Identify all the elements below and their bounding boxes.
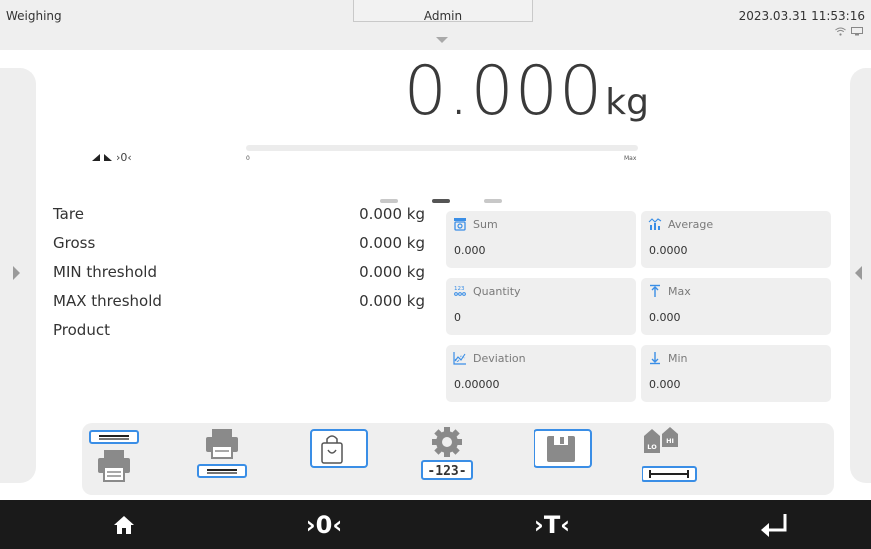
stat-label: Deviation [473,351,526,365]
stat-label: Average [668,217,714,231]
function-toolbar: -123- LO HI [82,423,834,495]
printer-header-icon [89,430,139,482]
stat-tile-max[interactable]: Max 0.000 [641,278,831,335]
stable-indicator-icon [92,154,100,161]
info-label: Gross [53,234,96,252]
zero-indicator: ›0‹ [116,151,132,164]
datetime: 2023.03.31 11:53:16 [738,9,865,23]
status-icons [835,27,863,36]
stat-tile-deviation[interactable]: Deviation 0.00000 [446,345,636,402]
info-value: 0.000 kg [359,292,425,310]
thresholds-button[interactable]: LO HI [641,423,702,495]
info-value: 0.000 kg [359,205,425,223]
network-icon [851,27,863,36]
stat-value: 0.00000 [454,378,500,391]
product-button[interactable] [308,423,368,495]
wifi-icon [835,27,846,36]
load-bargraph [246,145,638,151]
left-side-panel[interactable] [0,68,36,483]
seg-display-text: -123- [427,464,466,479]
floppy-disk-icon [533,429,592,468]
stat-label: Sum [473,217,498,231]
stat-label: Max [668,284,691,298]
printer-footer-icon [197,429,247,478]
user-name[interactable]: Admin [353,9,533,23]
arrow-up-icon [650,284,660,297]
save-button[interactable] [533,423,594,495]
weight-value: 0.000 [403,52,604,131]
hi-label: HI [666,437,674,445]
info-row-max-threshold: MAX threshold 0.000 kg [53,292,425,321]
average-chart-icon [648,218,662,230]
info-label: MIN threshold [53,263,157,281]
info-row-tare: Tare 0.000 kg [53,205,425,234]
arrow-left-icon [855,266,862,280]
right-side-panel[interactable] [850,68,871,483]
settings-123-icon: -123- [421,427,473,480]
svg-text:123: 123 [454,286,465,292]
stability-indicators: ›0‹ [92,151,132,164]
stat-value: 0.000 [454,244,486,257]
stat-tile-quantity[interactable]: 123 Quantity 0 [446,278,636,335]
stat-label: Min [668,351,688,365]
zero-button[interactable]: ›0‹ [274,500,374,549]
stat-value: 0.000 [649,378,681,391]
info-label: MAX threshold [53,292,162,310]
tare-button-label: ›T‹ [533,510,571,539]
home-button[interactable] [74,500,174,549]
bottom-navigation: ›0‹ ›T‹ [0,500,871,549]
info-value: 0.000 kg [359,263,425,281]
page-dot-active[interactable] [432,199,450,203]
stat-tile-sum[interactable]: Sum 0.000 [446,211,636,268]
home-icon [114,515,134,534]
pull-down-arrow-icon[interactable] [436,37,448,43]
weight-display: 0.000 kg [404,58,649,126]
enter-icon [761,513,787,537]
info-row-min-threshold: MIN threshold 0.000 kg [53,263,425,292]
page-dot[interactable] [380,199,398,203]
header-print-button[interactable] [86,423,146,495]
quantity-icon: 123 [454,286,466,296]
status-bar: Weighing Admin 2023.03.31 11:53:16 [0,0,871,50]
lo-hi-icon: LO HI [641,427,697,482]
stable-indicator-icon [104,154,112,161]
info-label: Product [53,321,110,339]
page-indicator[interactable] [380,199,502,203]
info-label: Tare [53,205,84,223]
stat-value: 0.000 [649,311,681,324]
scale-icon [454,218,466,231]
info-value: 0.000 kg [359,234,425,252]
footer-print-button[interactable] [196,423,256,495]
stat-value: 0.0000 [649,244,688,257]
shopping-bag-icon [310,429,368,468]
stat-tile-min[interactable]: Min 0.000 [641,345,831,402]
bargraph-min-label: 0 [246,155,250,162]
info-row-product: Product [53,321,425,350]
stat-label: Quantity [473,284,521,298]
arrow-down-icon [650,352,660,365]
arrow-right-icon [13,266,20,280]
info-row-gross: Gross 0.000 kg [53,234,425,263]
stat-value: 0 [454,311,461,324]
parameters-button[interactable]: -123- [417,423,477,495]
bargraph-max-label: Max [624,155,637,162]
zero-button-label: ›0‹ [305,510,343,539]
weight-unit: kg [605,82,649,123]
lo-label: LO [647,443,657,451]
info-panel: Tare 0.000 kg Gross 0.000 kg MIN thresho… [53,205,425,350]
mode-title: Weighing [6,9,62,23]
tare-button[interactable]: ›T‹ [502,500,602,549]
stat-tile-average[interactable]: Average 0.0000 [641,211,831,268]
page-dot[interactable] [484,199,502,203]
enter-button[interactable] [724,500,824,549]
deviation-chart-icon [453,352,466,365]
